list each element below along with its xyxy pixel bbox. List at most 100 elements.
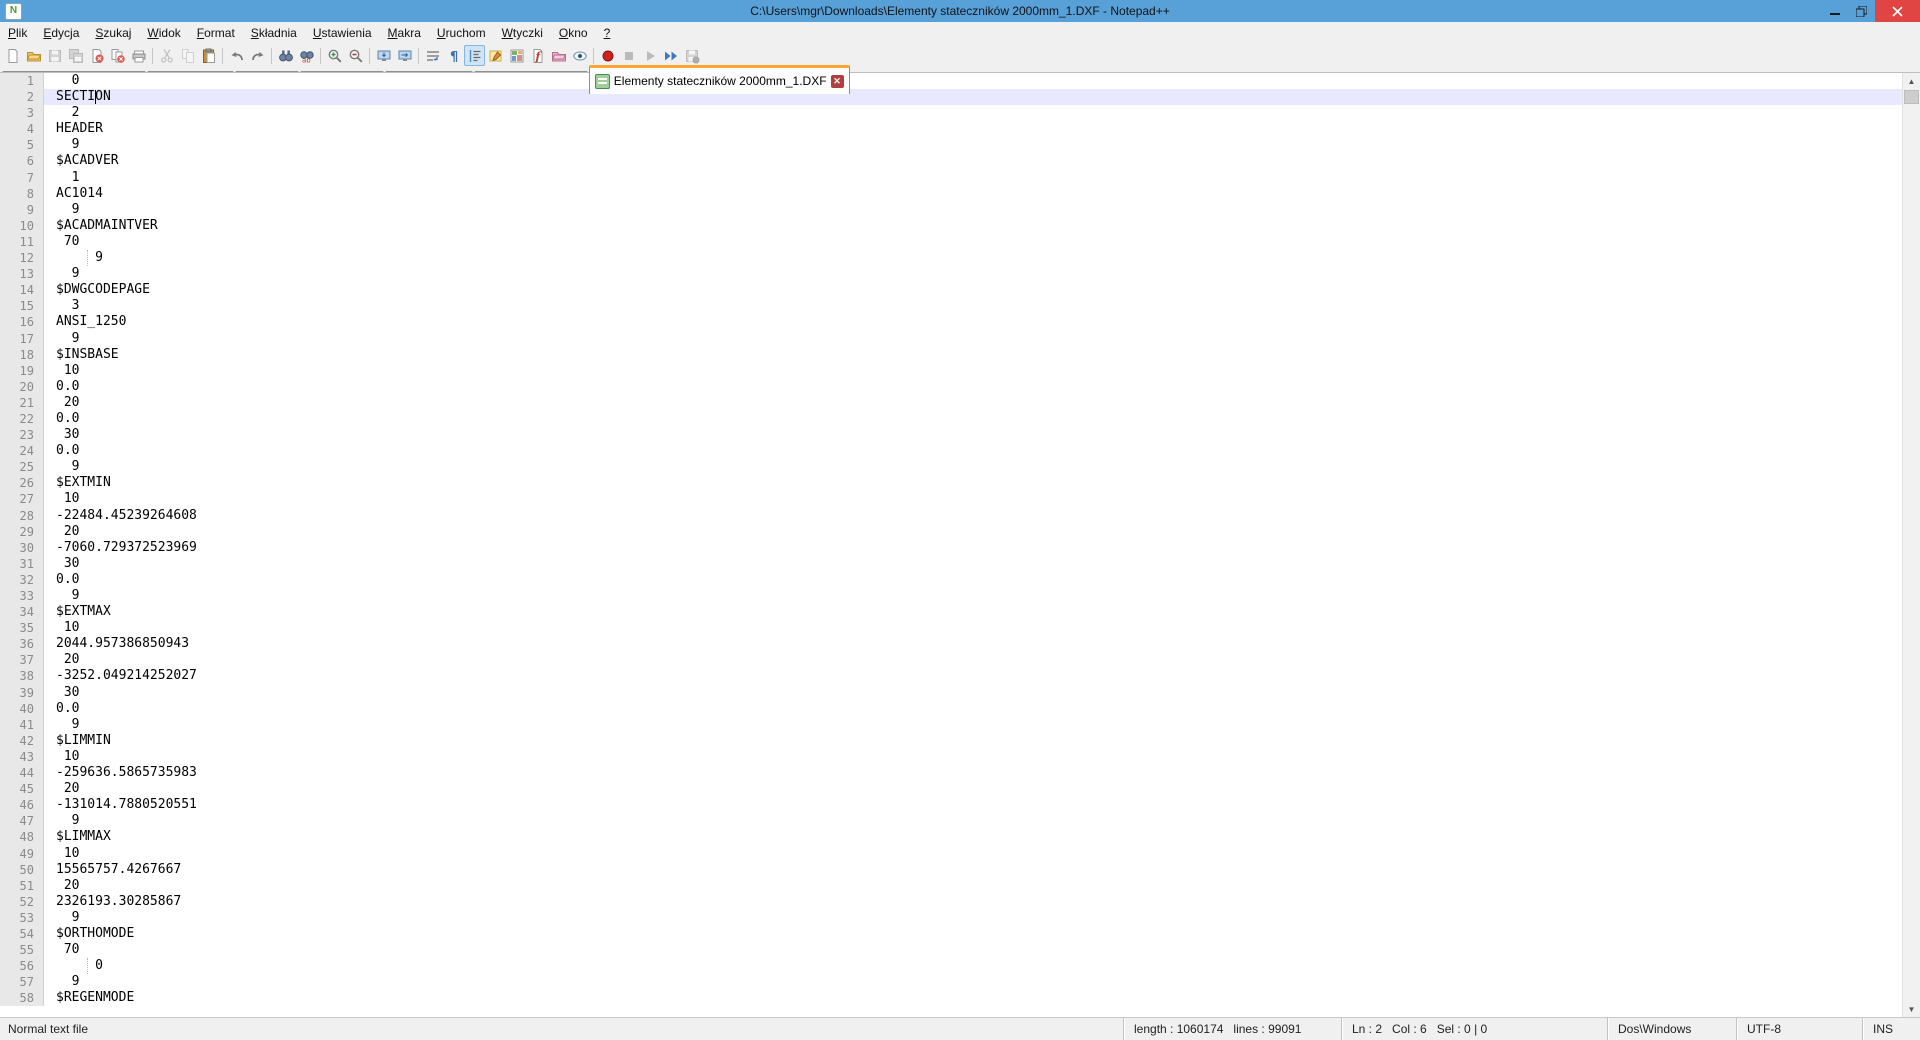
- editor-line[interactable]: 49 10: [0, 845, 1903, 862]
- function-list-icon[interactable]: f: [527, 45, 548, 66]
- editor-line[interactable]: 47 9: [0, 813, 1903, 830]
- editor-line[interactable]: 25 9: [0, 459, 1903, 476]
- editor-line[interactable]: 20 0.0: [0, 378, 1903, 395]
- editor-line[interactable]: 54 $ORTHOMODE: [0, 925, 1903, 943]
- editor-line[interactable]: 45 20: [0, 781, 1903, 798]
- menu-item-edycja[interactable]: Edycja: [35, 23, 87, 43]
- replace-icon[interactable]: ab: [296, 45, 317, 66]
- vertical-scrollbar[interactable]: ▲ ▼: [1902, 73, 1920, 1018]
- close-all-icon[interactable]: [107, 45, 128, 66]
- editor-line[interactable]: 34 $EXTMAX: [0, 604, 1903, 621]
- editor-line[interactable]: 57 9: [0, 974, 1903, 991]
- menu-item-wtyczki[interactable]: Wtyczki: [494, 23, 551, 43]
- editor-line[interactable]: 3 2: [0, 105, 1903, 122]
- editor-line[interactable]: 55 70: [0, 942, 1903, 959]
- status-eol-format[interactable]: Dos\Windows: [1607, 1018, 1736, 1040]
- open-file-icon[interactable]: [23, 45, 44, 66]
- editor-line[interactable]: 17 9: [0, 330, 1903, 347]
- editor-line[interactable]: 16 ANSI_1250: [0, 314, 1903, 331]
- editor-line[interactable]: 51 20: [0, 877, 1903, 894]
- macro-run-multiple-icon[interactable]: [660, 45, 681, 66]
- editor-line[interactable]: 9 9: [0, 201, 1903, 218]
- tab-7[interactable]: Elementy stateczników 2000mm_1.DXF ✕: [588, 65, 850, 94]
- editor-line[interactable]: 53 9: [0, 909, 1903, 926]
- scrollbar-thumb[interactable]: [1904, 90, 1919, 104]
- redo-icon[interactable]: [247, 45, 268, 66]
- editor-line[interactable]: 11 70: [0, 233, 1903, 251]
- indent-guide-icon[interactable]: [464, 45, 485, 66]
- editor-area[interactable]: 1 0 2 SECTION 3 2 4 HEADER 5 9 6 $ACADVER 7 1 8 AC1…: [0, 72, 1920, 1018]
- editor-line[interactable]: 4 HEADER: [0, 121, 1903, 138]
- editor-line[interactable]: 12 9: [0, 250, 1903, 267]
- editor-line[interactable]: 43 10: [0, 748, 1903, 766]
- print-icon[interactable]: [128, 45, 149, 66]
- editor-line[interactable]: 21 20: [0, 394, 1903, 411]
- editor-line[interactable]: 14 $DWGCODEPAGE: [0, 282, 1903, 299]
- sync-vertical-icon[interactable]: [373, 45, 394, 66]
- menu-item-skadnia[interactable]: Składnia: [243, 23, 305, 43]
- editor-line[interactable]: 30 -7060.729372523969: [0, 539, 1903, 556]
- scroll-up-icon[interactable]: ▲: [1903, 73, 1920, 90]
- zoom-in-icon[interactable]: [324, 45, 345, 66]
- status-typing-mode[interactable]: INS: [1862, 1018, 1920, 1040]
- editor-line[interactable]: 8 AC1014: [0, 185, 1903, 202]
- menu-item-format[interactable]: Format: [189, 23, 243, 43]
- editor-line[interactable]: 19 10: [0, 362, 1903, 379]
- editor-line[interactable]: 41 9: [0, 716, 1903, 733]
- word-wrap-icon[interactable]: [422, 45, 443, 66]
- new-file-icon[interactable]: [2, 45, 23, 66]
- editor-line[interactable]: 13 9: [0, 266, 1903, 283]
- editor-line[interactable]: 44 -259636.5865735983: [0, 765, 1903, 782]
- editor-line[interactable]: 32 0.0: [0, 571, 1903, 588]
- scroll-down-icon[interactable]: ▼: [1903, 1001, 1920, 1018]
- editor-line[interactable]: 18 $INSBASE: [0, 346, 1903, 363]
- editor-line[interactable]: 33 9: [0, 588, 1903, 605]
- editor-line[interactable]: 40 0.0: [0, 700, 1903, 717]
- status-encoding[interactable]: UTF-8: [1736, 1018, 1862, 1040]
- show-all-characters-icon[interactable]: ¶: [443, 45, 464, 66]
- macro-record-icon[interactable]: [597, 45, 618, 66]
- editor-line[interactable]: 31 30: [0, 555, 1903, 572]
- editor-line[interactable]: 35 10: [0, 620, 1903, 637]
- paste-icon[interactable]: [198, 45, 219, 66]
- editor-line[interactable]: 22 0.0: [0, 410, 1903, 428]
- editor-line[interactable]: 36 2044.957386850943: [0, 636, 1903, 653]
- menu-item-help[interactable]: ?: [596, 23, 619, 43]
- editor-line[interactable]: 24 0.0: [0, 443, 1903, 460]
- editor-line[interactable]: 50 15565757.4267667: [0, 861, 1903, 878]
- menu-item-widok[interactable]: Widok: [139, 23, 188, 43]
- editor-line[interactable]: 5 9: [0, 137, 1903, 154]
- editor-line[interactable]: 56 0: [0, 958, 1903, 975]
- menu-item-uruchom[interactable]: Uruchom: [429, 23, 494, 43]
- monitoring-icon[interactable]: [569, 45, 590, 66]
- undo-icon[interactable]: [226, 45, 247, 66]
- editor-line[interactable]: 42 $LIMMIN: [0, 732, 1903, 749]
- editor-line[interactable]: 48 $LIMMAX: [0, 829, 1903, 846]
- title-bar[interactable]: N C:\Users\mgr\Downloads\Elementy statec…: [0, 0, 1920, 22]
- zoom-out-icon[interactable]: [345, 45, 366, 66]
- sync-horizontal-icon[interactable]: [394, 45, 415, 66]
- close-file-icon[interactable]: [86, 45, 107, 66]
- editor-line[interactable]: 2 SECTION: [0, 89, 1903, 106]
- editor-line[interactable]: 23 30: [0, 427, 1903, 444]
- editor-line[interactable]: 38 -3252.049214252027: [0, 668, 1903, 685]
- editor-line[interactable]: 7 1: [0, 169, 1903, 186]
- editor-line[interactable]: 27 10: [0, 491, 1903, 508]
- menu-item-ustawienia[interactable]: Ustawienia: [305, 23, 380, 43]
- editor-line[interactable]: 15 3: [0, 298, 1903, 315]
- menu-item-plik[interactable]: Plik: [0, 23, 35, 43]
- menu-item-szukaj[interactable]: Szukaj: [87, 23, 139, 43]
- editor-line[interactable]: 52 2326193.30285867: [0, 893, 1903, 910]
- editor-line[interactable]: 6 $ACADVER: [0, 153, 1903, 170]
- editor-line[interactable]: 29 20: [0, 523, 1903, 540]
- editor-line[interactable]: 26 $EXTMIN: [0, 475, 1903, 492]
- editor-line[interactable]: 58 $REGENMODE: [0, 990, 1903, 1007]
- user-defined-language-icon[interactable]: [485, 45, 506, 66]
- editor-line[interactable]: 1 0: [0, 73, 1903, 90]
- editor-lines[interactable]: 1 0 2 SECTION 3 2 4 HEADER 5 9 6 $ACADVER 7 1 8 AC1…: [0, 73, 1903, 1018]
- status-cursor-position[interactable]: Ln : 2 Col : 6 Sel : 0 | 0: [1341, 1018, 1607, 1040]
- folder-as-workspace-icon[interactable]: [548, 45, 569, 66]
- editor-line[interactable]: 39 30: [0, 684, 1903, 701]
- menu-item-makra[interactable]: Makra: [380, 23, 429, 43]
- tab-close-icon[interactable]: ✕: [830, 74, 844, 88]
